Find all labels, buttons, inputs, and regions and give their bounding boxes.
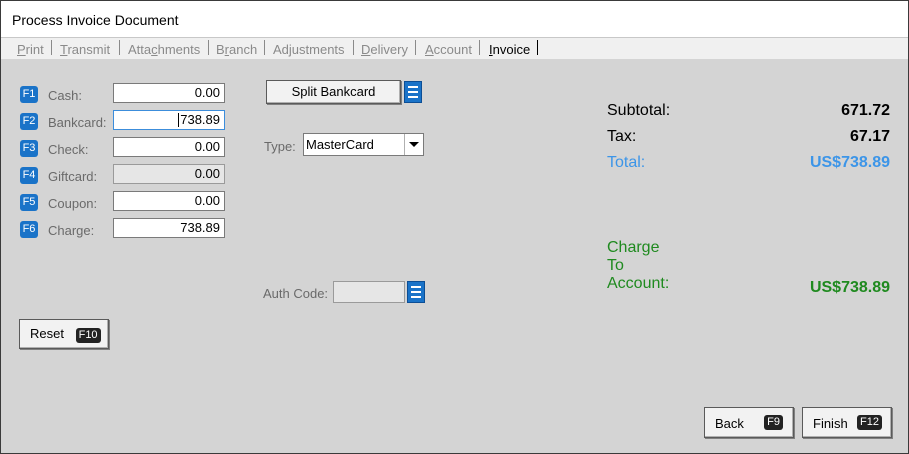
split-list-icon[interactable] xyxy=(404,81,422,103)
total-value: US$738.89 xyxy=(809,154,890,171)
back-button[interactable]: Back F9 xyxy=(704,407,794,438)
f12-key-badge: F12 xyxy=(857,415,882,430)
f1-key-badge: F1 xyxy=(20,86,38,103)
dropdown-arrow-box xyxy=(404,134,423,155)
f9-key-badge: F9 xyxy=(764,415,783,430)
f4-key-badge: F4 xyxy=(20,167,38,184)
subtotal-label: Subtotal: xyxy=(607,102,671,119)
tab-branch[interactable]: Branch xyxy=(216,42,257,57)
window-title: Process Invoice Document xyxy=(12,12,179,28)
tab-attachments[interactable]: Attachments xyxy=(128,42,200,57)
reset-label: Reset xyxy=(30,326,64,341)
f5-key-badge: F5 xyxy=(20,194,38,211)
cash-label: Cash: xyxy=(48,88,82,103)
tab-separator xyxy=(537,40,538,55)
auth-code-label: Auth Code: xyxy=(263,286,329,301)
tab-bar: Print Transmit Attachments Branch Adjust… xyxy=(1,37,908,59)
tab-delivery[interactable]: Delivery xyxy=(361,42,408,57)
charge-input[interactable]: 738.89 xyxy=(113,218,225,238)
f6-key-badge: F6 xyxy=(20,221,38,238)
f2-key-badge: F2 xyxy=(20,113,38,130)
finish-label: Finish xyxy=(813,416,848,431)
tab-separator xyxy=(119,40,120,55)
tab-separator xyxy=(264,40,265,55)
split-bankcard-button[interactable]: Split Bankcard xyxy=(266,80,401,104)
tab-adjustments[interactable]: Adjustments xyxy=(273,42,345,57)
reset-button[interactable]: Reset F10 xyxy=(19,319,109,349)
bankcard-input[interactable]: 738.89 xyxy=(113,110,225,130)
coupon-input[interactable]: 0.00 xyxy=(113,191,225,211)
check-input[interactable]: 0.00 xyxy=(113,137,225,157)
process-invoice-window: Process Invoice Document Print Transmit … xyxy=(0,0,909,454)
coupon-label: Coupon: xyxy=(48,196,98,211)
f3-key-badge: F3 xyxy=(20,140,38,157)
cash-input[interactable]: 0.00 xyxy=(113,83,225,103)
charge-to-account-value: US$738.89 xyxy=(809,279,890,296)
auth-code-list-icon[interactable] xyxy=(407,281,425,303)
card-type-select[interactable]: MasterCard xyxy=(303,133,424,156)
tab-separator xyxy=(208,40,209,55)
tab-transmit[interactable]: Transmit xyxy=(60,42,110,57)
auth-code-input xyxy=(333,281,405,303)
tab-separator xyxy=(353,40,354,55)
tab-print[interactable]: Print xyxy=(17,42,44,57)
tab-account[interactable]: Account xyxy=(425,42,472,57)
tax-value: 67.17 xyxy=(849,128,890,145)
charge-label: Charge: xyxy=(48,223,95,238)
tax-label: Tax: xyxy=(607,128,637,145)
total-label: Total: xyxy=(607,154,646,171)
tab-separator xyxy=(51,40,52,55)
bankcard-label: Bankcard: xyxy=(48,115,107,130)
card-type-value: MasterCard xyxy=(306,137,374,152)
tab-separator xyxy=(415,40,416,55)
type-label: Type: xyxy=(264,139,296,154)
check-label: Check: xyxy=(48,142,89,157)
tab-invoice[interactable]: Invoice xyxy=(489,42,530,57)
giftcard-label: Giftcard: xyxy=(48,169,98,184)
subtotal-value: 671.72 xyxy=(841,102,890,119)
f10-key-badge: F10 xyxy=(75,328,101,343)
chevron-down-icon xyxy=(409,142,419,147)
finish-button[interactable]: Finish F12 xyxy=(802,407,892,438)
tab-separator xyxy=(479,40,480,55)
back-label: Back xyxy=(715,416,744,431)
giftcard-input: 0.00 xyxy=(113,164,225,184)
title-bar: Process Invoice Document xyxy=(1,1,908,37)
charge-to-account-label: Charge To Account: xyxy=(607,239,670,292)
